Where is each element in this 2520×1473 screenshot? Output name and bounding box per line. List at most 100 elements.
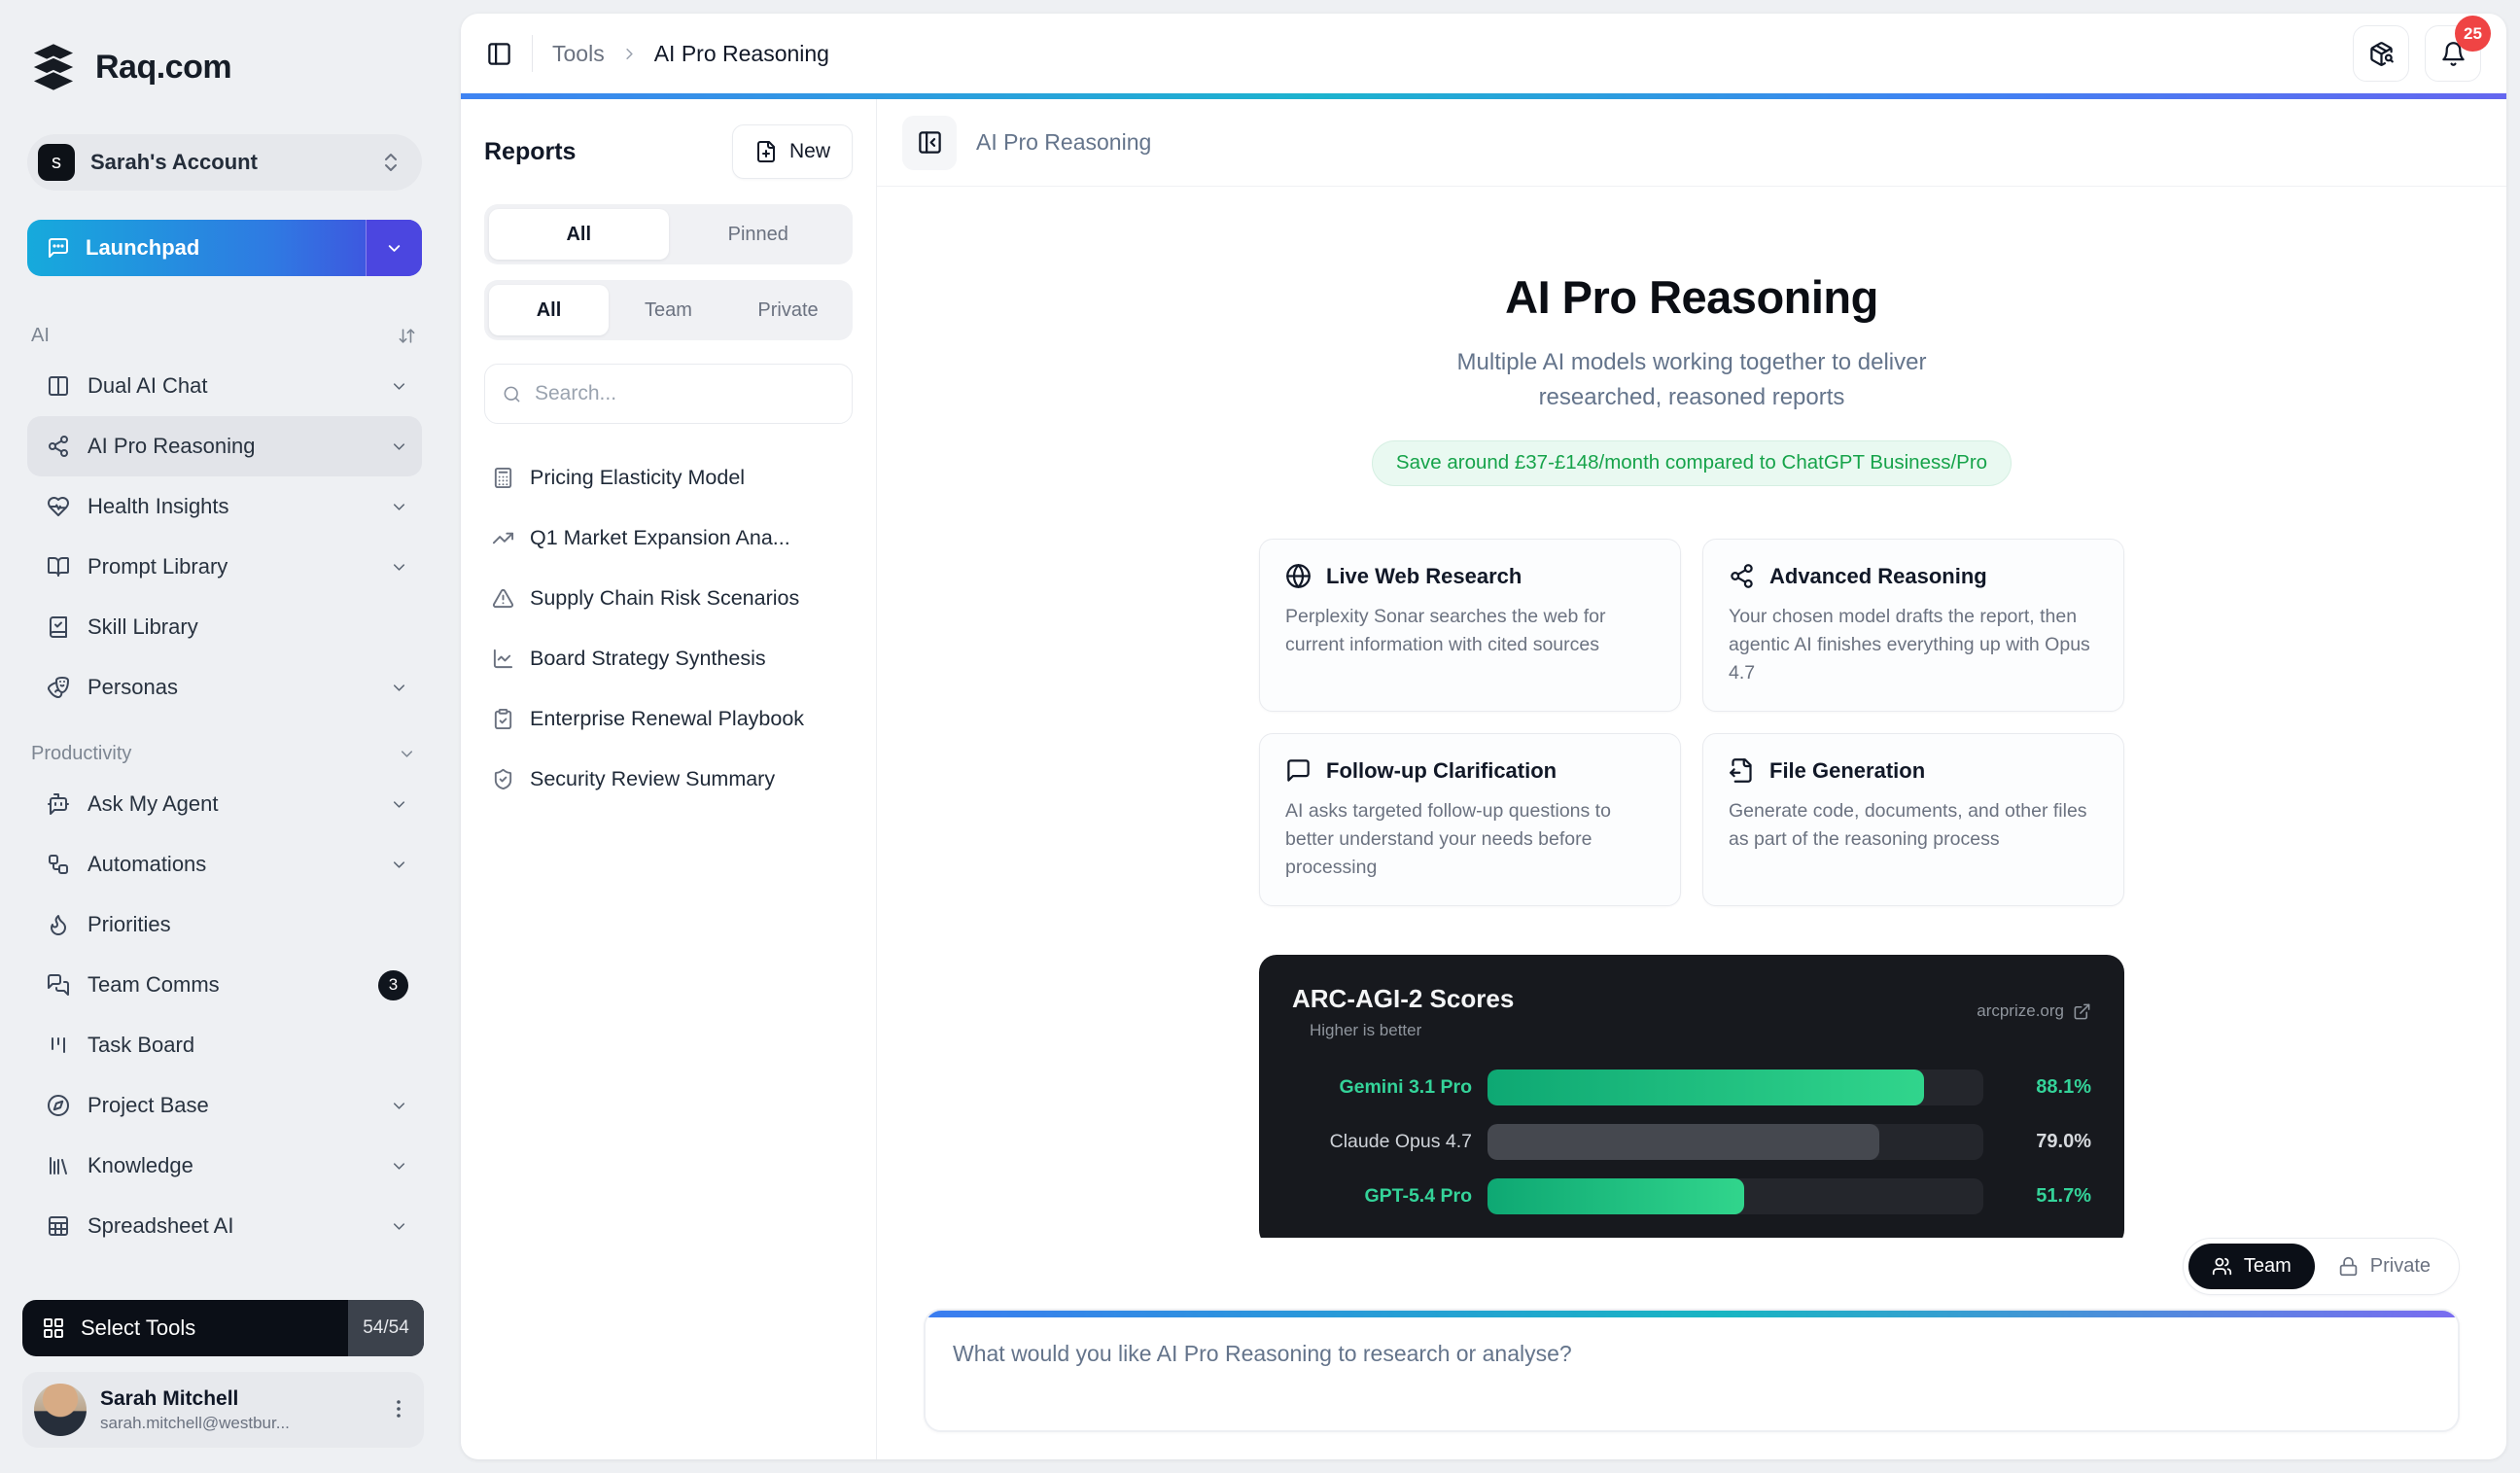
launchpad-expand-button[interactable] bbox=[366, 220, 422, 276]
sidebar-section-ai: AI Dual AI Chat AI Pro Reasoning Health … bbox=[27, 315, 422, 718]
sidebar-item-prompt-library[interactable]: Prompt Library bbox=[27, 537, 422, 597]
user-avatar bbox=[34, 1384, 87, 1436]
book-check-icon bbox=[47, 615, 70, 639]
subtab-team[interactable]: Team bbox=[609, 285, 728, 335]
feature-title: Follow-up Clarification bbox=[1326, 758, 1557, 784]
report-item-supply-chain-risk-scenarios[interactable]: Supply Chain Risk Scenarios bbox=[484, 568, 853, 628]
report-item-enterprise-renewal-playbook[interactable]: Enterprise Renewal Playbook bbox=[484, 688, 853, 749]
breadcrumb-parent[interactable]: Tools bbox=[552, 41, 605, 67]
feature-card-live-web-research: Live Web Research Perplexity Sonar searc… bbox=[1259, 539, 1681, 712]
prompt-input[interactable] bbox=[926, 1317, 2458, 1430]
sidebar-item-task-board[interactable]: Task Board bbox=[27, 1015, 422, 1075]
network-icon bbox=[47, 435, 70, 458]
content-scroll-area[interactable]: AI Pro Reasoning Multiple AI models work… bbox=[877, 187, 2506, 1238]
workflow-icon bbox=[47, 853, 70, 876]
nav-label: Health Insights bbox=[88, 494, 372, 519]
nav-label: AI Pro Reasoning bbox=[88, 434, 372, 459]
section-collapse-button[interactable] bbox=[398, 745, 416, 763]
divider bbox=[532, 35, 533, 72]
sidebar-item-priorities[interactable]: Priorities bbox=[27, 894, 422, 955]
visibility-private-button[interactable]: Private bbox=[2315, 1244, 2454, 1289]
nav-label: Personas bbox=[88, 675, 372, 700]
sidebar-item-project-base[interactable]: Project Base bbox=[27, 1075, 422, 1136]
new-report-button[interactable]: New bbox=[732, 124, 853, 179]
sidebar-item-ai-pro-reasoning[interactable]: AI Pro Reasoning bbox=[27, 416, 422, 476]
sidebar-item-skill-library[interactable]: Skill Library bbox=[27, 597, 422, 657]
select-tools-button[interactable]: Select Tools 54/54 bbox=[22, 1300, 424, 1356]
sidebar-item-dual-ai-chat[interactable]: Dual AI Chat bbox=[27, 356, 422, 416]
composer[interactable] bbox=[924, 1309, 2460, 1432]
subtab-private[interactable]: Private bbox=[728, 285, 848, 335]
bar-label: GPT-5.4 Pro bbox=[1292, 1185, 1472, 1208]
globe-icon bbox=[1285, 563, 1312, 589]
chevron-down-icon bbox=[390, 679, 408, 697]
sidebar-item-knowledge[interactable]: Knowledge bbox=[27, 1136, 422, 1196]
sort-order-button[interactable] bbox=[398, 327, 416, 345]
user-menu[interactable]: Sarah Mitchell sarah.mitchell@westbur... bbox=[22, 1372, 424, 1448]
search-icon bbox=[503, 385, 521, 403]
reports-search[interactable] bbox=[484, 364, 853, 424]
chevrons-up-down-icon bbox=[379, 151, 402, 174]
columns-icon bbox=[47, 374, 70, 398]
shield-check-icon bbox=[492, 768, 514, 790]
sidebar-item-health-insights[interactable]: Health Insights bbox=[27, 476, 422, 537]
search-input[interactable] bbox=[535, 382, 834, 405]
new-report-label: New bbox=[789, 140, 830, 163]
subtab-all[interactable]: All bbox=[489, 285, 609, 335]
hero-title: AI Pro Reasoning bbox=[1259, 270, 2124, 324]
bot-icon bbox=[47, 792, 70, 816]
panel-collapse-button[interactable] bbox=[902, 116, 957, 170]
chevron-down-icon bbox=[390, 795, 408, 814]
brand[interactable]: Raq.com bbox=[27, 41, 422, 93]
report-item-q1-market-expansion-ana[interactable]: Q1 Market Expansion Ana... bbox=[484, 508, 853, 568]
tab-all[interactable]: All bbox=[489, 209, 669, 260]
sidebar-item-ask-my-agent[interactable]: Ask My Agent bbox=[27, 774, 422, 834]
reports-scope-tabs: AllPinned bbox=[484, 204, 853, 264]
nav-label: Prompt Library bbox=[88, 554, 372, 579]
bar-value: 79.0% bbox=[1999, 1131, 2091, 1153]
notifications-button[interactable]: 25 bbox=[2425, 25, 2481, 82]
hero-subtitle: Multiple AI models working together to d… bbox=[1259, 345, 2124, 415]
hero: AI Pro Reasoning Multiple AI models work… bbox=[1259, 270, 2124, 486]
nav-label: Automations bbox=[88, 852, 372, 877]
composer-accent-bar bbox=[926, 1311, 2458, 1317]
account-switcher[interactable]: s Sarah's Account bbox=[27, 134, 422, 191]
select-tools-label: Select Tools bbox=[81, 1315, 195, 1341]
sidebar-item-automations[interactable]: Automations bbox=[27, 834, 422, 894]
launchpad-main[interactable]: Launchpad bbox=[27, 220, 366, 276]
flame-icon bbox=[47, 913, 70, 936]
nav-label: Spreadsheet AI bbox=[88, 1213, 372, 1239]
content-title: AI Pro Reasoning bbox=[976, 129, 1151, 156]
nav-label: Team Comms bbox=[88, 972, 361, 998]
nav-label: Priorities bbox=[88, 912, 408, 937]
network-icon bbox=[1729, 563, 1755, 589]
bar-value: 51.7% bbox=[1999, 1185, 2091, 1208]
visibility-team-button[interactable]: Team bbox=[2188, 1244, 2315, 1289]
content-header: AI Pro Reasoning bbox=[877, 99, 2506, 187]
chevron-down-icon bbox=[390, 856, 408, 874]
report-item-board-strategy-synthesis[interactable]: Board Strategy Synthesis bbox=[484, 628, 853, 688]
reports-panel-title: Reports bbox=[484, 138, 576, 166]
nav-label: Skill Library bbox=[88, 614, 408, 640]
launchpad-button[interactable]: Launchpad bbox=[27, 220, 422, 276]
trending-up-icon bbox=[492, 527, 514, 549]
chart-row-gpt-5-4-pro: GPT-5.4 Pro 51.7% bbox=[1292, 1178, 2091, 1214]
feature-description: AI asks targeted follow-up questions to … bbox=[1285, 797, 1655, 882]
launchpad-label: Launchpad bbox=[86, 235, 199, 261]
chart-subtitle: Higher is better bbox=[1310, 1021, 1514, 1040]
reports-visibility-tabs: AllTeamPrivate bbox=[484, 280, 853, 340]
sidebar-item-spreadsheet-ai[interactable]: Spreadsheet AI bbox=[27, 1196, 422, 1256]
report-item-security-review-summary[interactable]: Security Review Summary bbox=[484, 749, 853, 809]
chart-source-link[interactable]: arcprize.org bbox=[1977, 1001, 2091, 1021]
sidebar-item-team-comms[interactable]: Team Comms 3 bbox=[27, 955, 422, 1015]
sidebar-item-personas[interactable]: Personas bbox=[27, 657, 422, 718]
tab-pinned[interactable]: Pinned bbox=[669, 209, 849, 260]
sidebar-toggle-button[interactable] bbox=[486, 41, 512, 67]
report-item-pricing-elasticity-model[interactable]: Pricing Elasticity Model bbox=[484, 447, 853, 508]
tool-search-button[interactable] bbox=[2353, 25, 2409, 82]
panel-left-close-icon bbox=[917, 129, 943, 156]
bar-fill bbox=[1488, 1178, 1744, 1214]
feature-title: Advanced Reasoning bbox=[1769, 564, 1987, 589]
report-label: Supply Chain Risk Scenarios bbox=[530, 586, 799, 611]
user-options-button[interactable] bbox=[387, 1397, 410, 1423]
